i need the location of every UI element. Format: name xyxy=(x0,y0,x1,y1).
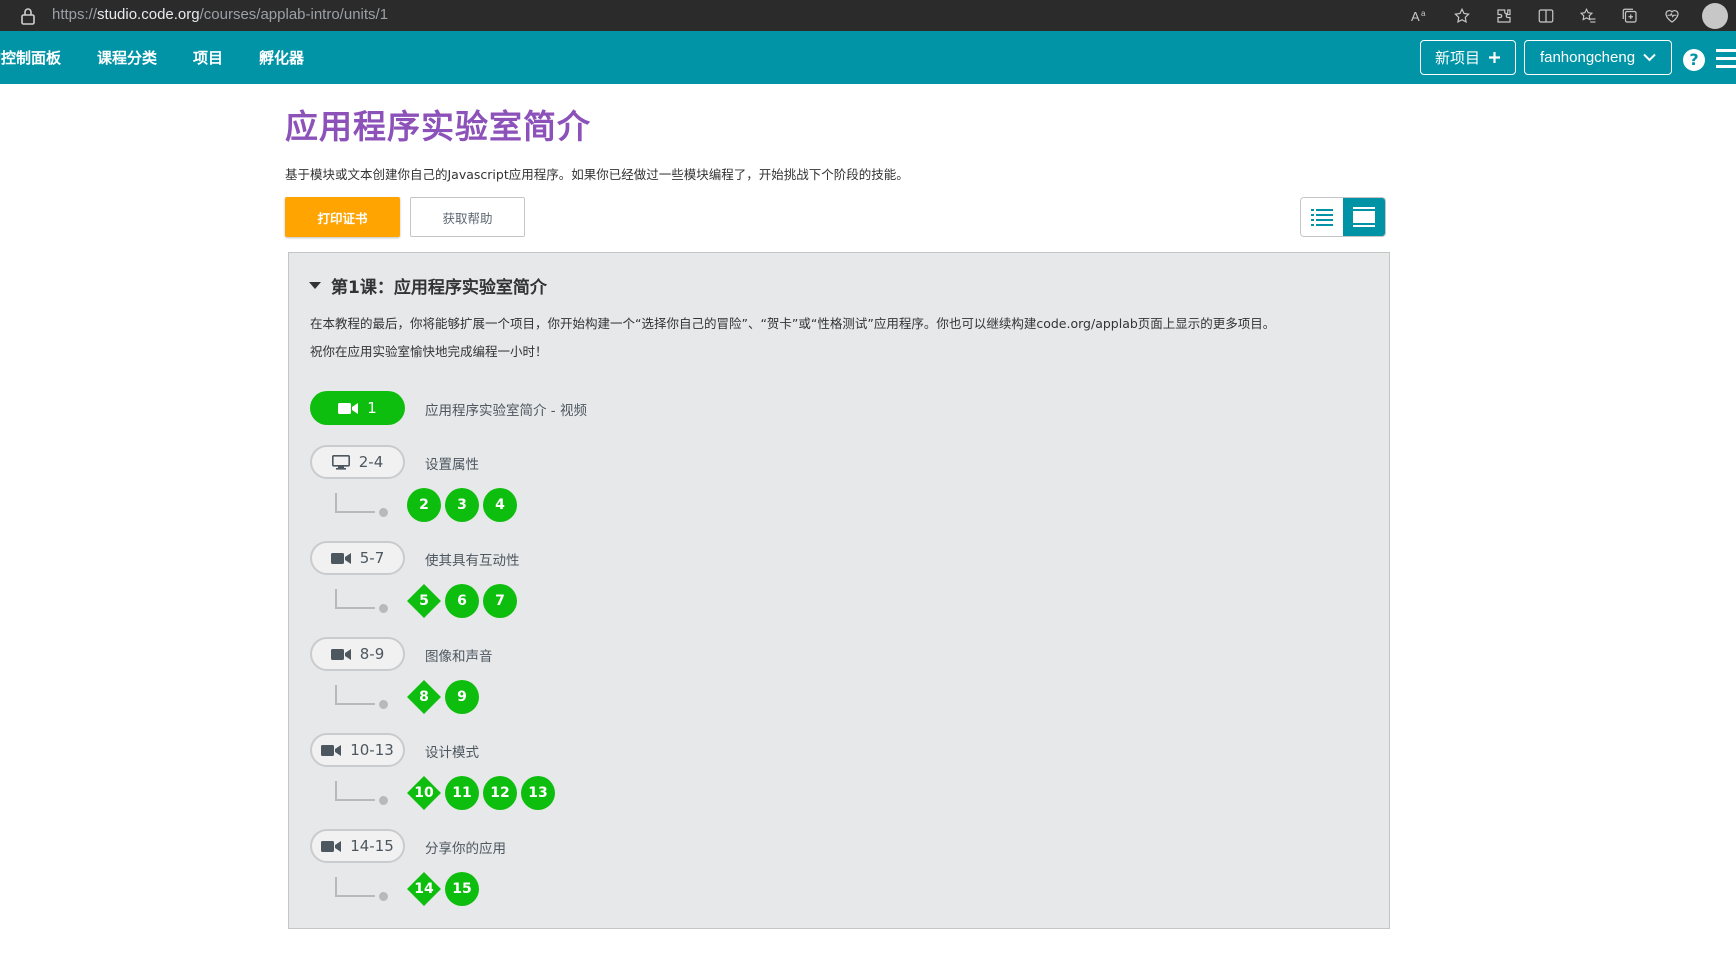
step-name[interactable]: 设计模式 xyxy=(425,741,479,761)
extensions-icon[interactable] xyxy=(1492,4,1516,28)
nav-dashboard[interactable]: 的控制面板 xyxy=(0,47,61,68)
caret-down-icon xyxy=(309,282,321,289)
step-range: 5-7 xyxy=(359,549,385,567)
level-diamond[interactable]: 8 xyxy=(407,680,441,714)
lock-icon xyxy=(21,8,35,25)
step-name[interactable]: 设置属性 xyxy=(425,453,479,473)
url-host: studio.code.org xyxy=(97,6,200,23)
nav-projects[interactable]: 项目 xyxy=(193,47,223,68)
step-name[interactable]: 分享你的应用 xyxy=(425,837,506,857)
step-pill[interactable]: 1 xyxy=(310,391,405,425)
connector-line xyxy=(335,589,375,609)
url-path: /courses/applab-intro/units/1 xyxy=(199,6,389,23)
address-bar[interactable]: https://studio.code.org/courses/applab-i… xyxy=(52,6,388,23)
video-icon xyxy=(321,744,342,756)
favorite-star-icon[interactable] xyxy=(1450,4,1474,28)
level-diamond[interactable]: 5 xyxy=(407,584,441,618)
nav-course-catalog[interactable]: 课程分类 xyxy=(97,47,157,68)
username: fanhongcheng xyxy=(1539,49,1636,66)
level-bubble[interactable]: 4 xyxy=(483,488,517,522)
level-bubble[interactable]: 11 xyxy=(445,776,479,810)
step-pill[interactable]: 5-7 xyxy=(310,541,405,575)
connector-line xyxy=(335,877,375,897)
print-certificate-button[interactable]: 打印证书 xyxy=(285,197,400,237)
chevron-down-icon xyxy=(1643,53,1656,62)
step-name[interactable]: 使其具有互动性 xyxy=(425,549,520,569)
level-bubbles: 5 6 7 xyxy=(407,584,517,618)
video-icon xyxy=(338,402,359,414)
url-prefix: https:// xyxy=(52,6,98,23)
level-bubble[interactable]: 7 xyxy=(483,584,517,618)
user-menu-button[interactable]: fanhongcheng xyxy=(1524,40,1672,75)
list-view-button[interactable] xyxy=(1301,198,1343,236)
hamburger-menu-icon[interactable] xyxy=(1716,49,1736,73)
step-range: 2-4 xyxy=(358,453,384,471)
page-title: 应用程序实验室简介 xyxy=(285,107,591,146)
connector-dot xyxy=(379,700,388,709)
read-aloud-icon[interactable]: Aa xyxy=(1408,4,1432,28)
browser-toolbar: https://studio.code.org/courses/applab-i… xyxy=(0,0,1736,31)
connector-dot xyxy=(379,892,388,901)
step-pill[interactable]: 8-9 xyxy=(310,637,405,671)
video-icon xyxy=(321,840,342,852)
step-range: 8-9 xyxy=(359,645,385,663)
favorites-icon[interactable] xyxy=(1576,4,1600,28)
level-bubble[interactable]: 13 xyxy=(521,776,555,810)
profile-avatar[interactable] xyxy=(1702,3,1728,29)
level-bubble[interactable]: 6 xyxy=(445,584,479,618)
level-diamond[interactable]: 14 xyxy=(407,872,441,906)
video-icon xyxy=(330,648,351,660)
monitor-icon xyxy=(331,454,350,470)
connector-line xyxy=(335,685,375,705)
step-name[interactable]: 图像和声音 xyxy=(425,645,493,665)
level-bubble[interactable]: 2 xyxy=(407,488,441,522)
level-bubble[interactable]: 15 xyxy=(445,872,479,906)
browser-essentials-icon[interactable] xyxy=(1660,4,1684,28)
site-header: 的控制面板 课程分类 项目 孵化器 新项目 fanhongcheng ? xyxy=(0,31,1736,84)
detail-view-button[interactable] xyxy=(1343,198,1385,236)
step-name[interactable]: 应用程序实验室简介 - 视频 xyxy=(425,399,587,419)
lesson-description: 在本教程的最后，你将能够扩展一个项目，你开始构建一个“选择你自己的冒险”、“贺卡… xyxy=(310,316,1276,331)
step-pill[interactable]: 14-15 xyxy=(310,829,405,863)
get-help-button[interactable]: 获取帮助 xyxy=(410,197,525,237)
level-bubble[interactable]: 3 xyxy=(445,488,479,522)
connector-line xyxy=(335,781,375,801)
connector-dot xyxy=(379,508,388,517)
connector-dot xyxy=(379,604,388,613)
level-diamond[interactable]: 10 xyxy=(407,776,441,810)
lesson-panel: 第1课：应用程序实验室简介 在本教程的最后，你将能够扩展一个项目，你开始构建一个… xyxy=(288,252,1390,929)
level-bubbles: 2 3 4 xyxy=(407,488,517,522)
level-bubble[interactable]: 9 xyxy=(445,680,479,714)
detail-view-icon xyxy=(1353,207,1375,227)
step-range: 1 xyxy=(367,399,377,417)
view-toggle xyxy=(1300,197,1386,237)
connector-line xyxy=(335,493,375,513)
page-description: 基于模块或文本创建你自己的Javascript应用程序。如果你已经做过一些模块编… xyxy=(285,167,909,182)
lesson-header[interactable]: 第1课：应用程序实验室简介 xyxy=(309,273,547,298)
svg-text:a: a xyxy=(1421,9,1426,18)
help-icon[interactable]: ? xyxy=(1683,49,1705,71)
new-project-label: 新项目 xyxy=(1434,50,1480,67)
lesson-title: 第1课：应用程序实验室简介 xyxy=(331,278,547,298)
new-project-button[interactable]: 新项目 xyxy=(1420,40,1516,75)
nav-incubator[interactable]: 孵化器 xyxy=(259,47,304,68)
collections-icon[interactable] xyxy=(1618,4,1642,28)
video-icon xyxy=(330,552,351,564)
lesson-greeting: 祝你在应用实验室愉快地完成编程一小时！ xyxy=(310,344,548,359)
main-nav: 的控制面板 课程分类 项目 孵化器 xyxy=(0,31,340,84)
level-bubbles: 14 15 xyxy=(407,872,479,906)
split-screen-icon[interactable] xyxy=(1534,4,1558,28)
step-pill[interactable]: 10-13 xyxy=(310,733,405,767)
level-bubbles: 8 9 xyxy=(407,680,479,714)
step-range: 10-13 xyxy=(350,741,394,759)
plus-icon xyxy=(1489,52,1500,63)
level-bubble[interactable]: 12 xyxy=(483,776,517,810)
connector-dot xyxy=(379,796,388,805)
list-view-icon xyxy=(1311,209,1333,226)
level-bubbles: 10 11 12 13 xyxy=(407,776,555,810)
step-pill[interactable]: 2-4 xyxy=(310,445,405,479)
step-range: 14-15 xyxy=(350,837,394,855)
svg-text:A: A xyxy=(1411,9,1420,24)
